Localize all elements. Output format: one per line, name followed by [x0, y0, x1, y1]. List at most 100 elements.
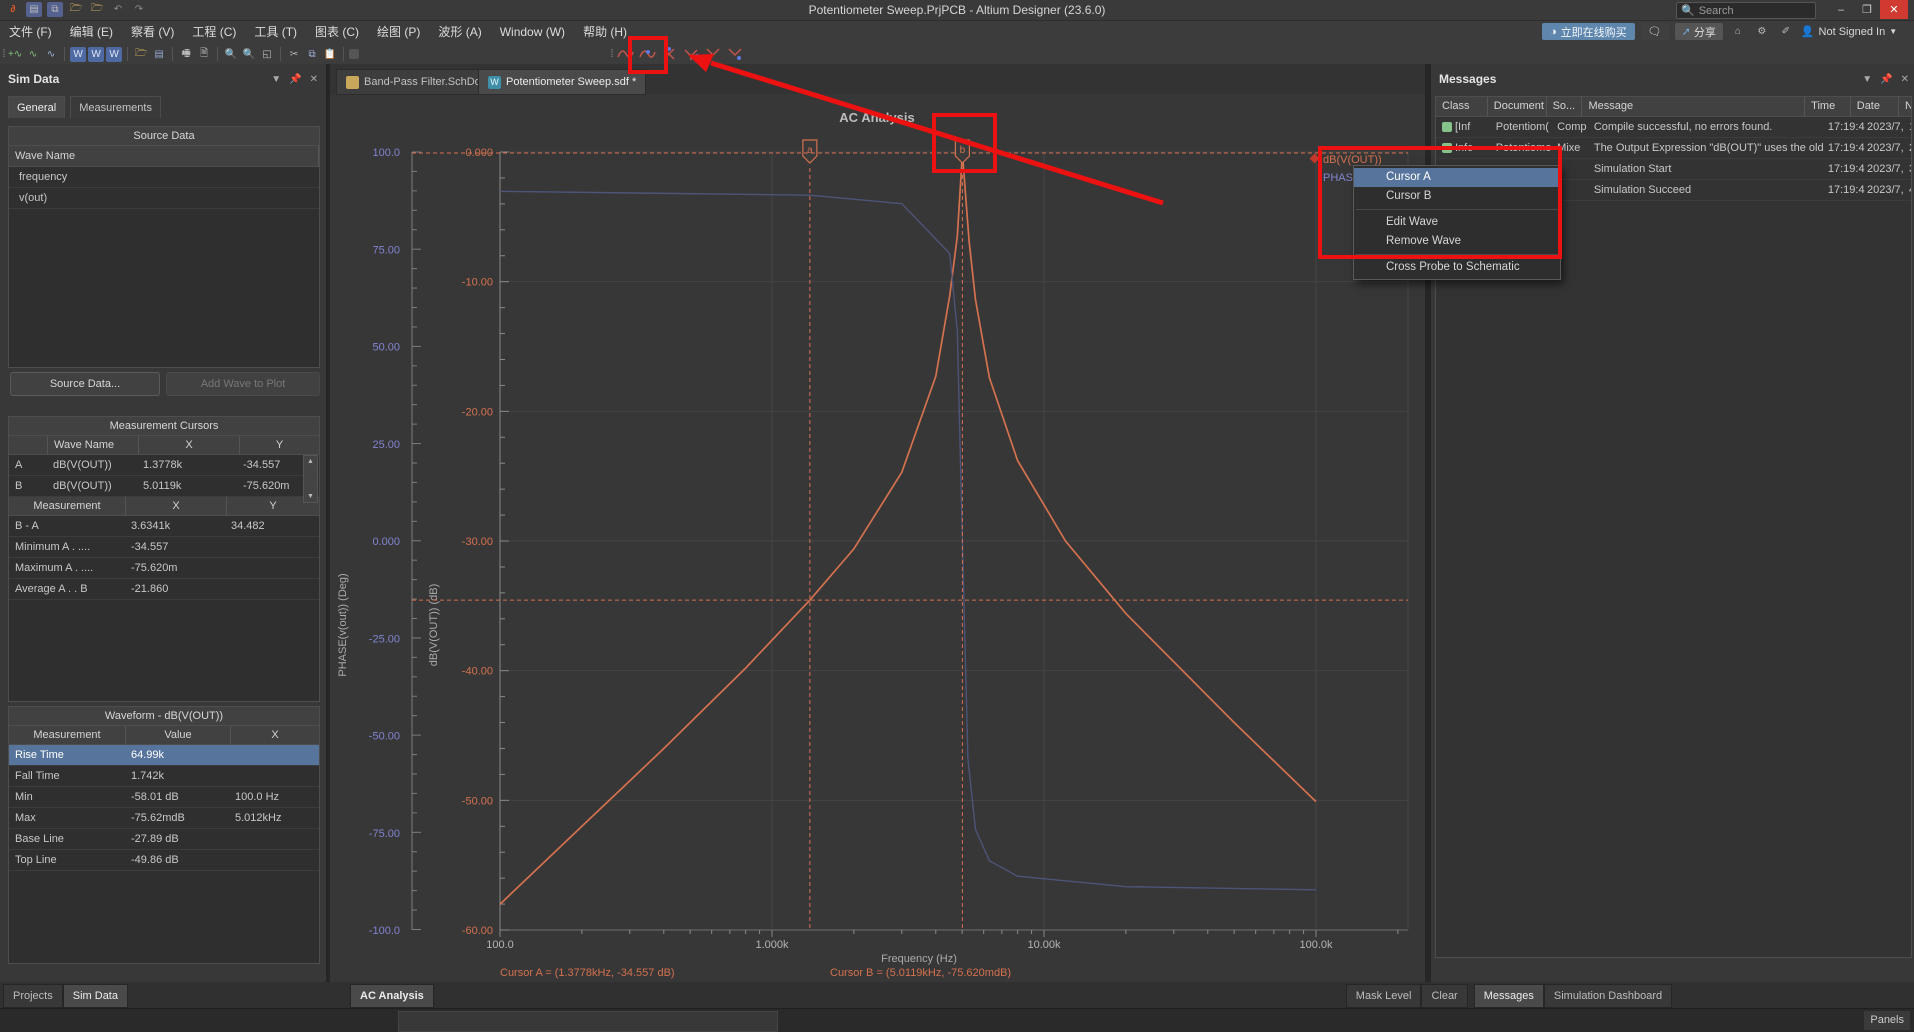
table-row[interactable]: Base Line -27.89 dB	[9, 829, 319, 850]
menu-chart[interactable]: 图表 (C)	[306, 21, 368, 44]
zoom-fit-icon[interactable]: ◱	[259, 47, 275, 62]
table-row-cursor-a[interactable]: A dB(V(OUT)) 1.3778k -34.557	[9, 455, 319, 476]
maximize-button[interactable]: ❐	[1854, 0, 1880, 19]
tab-sim-data[interactable]: Sim Data	[63, 984, 128, 1008]
menu-item-cross-probe[interactable]: Cross Probe to Schematic	[1354, 258, 1560, 277]
save-doc-icon[interactable]: ▤	[151, 47, 167, 62]
search-box[interactable]: 🔍 Search	[1676, 2, 1816, 19]
tab-general[interactable]: General	[8, 96, 65, 118]
home-icon[interactable]: ⌂	[1730, 24, 1746, 39]
message-row[interactable]: [Inf Potentiom( Comp Compile successful,…	[1436, 117, 1911, 138]
table-row[interactable]: Fall Time 1.742k	[9, 766, 319, 787]
print-preview-icon[interactable]: 🗎	[196, 47, 212, 62]
panel-dropdown-icon[interactable]: ▼	[1862, 74, 1872, 85]
ac-analysis-chart[interactable]: AC Analysis100.075.0050.0025.000.000-25.…	[330, 95, 1425, 982]
menu-edit[interactable]: 编辑 (E)	[61, 21, 122, 44]
toolbar-grip: ⁞⁞	[2, 48, 4, 60]
list-item[interactable]: v(out)	[9, 188, 319, 209]
open-project-icon[interactable]: 🗁	[89, 2, 105, 17]
scroll-up-icon[interactable]: ▲	[307, 458, 314, 465]
phase-tick-label: -50.00	[369, 731, 400, 743]
table-row[interactable]: Maximum A . .... -75.620m	[9, 558, 319, 579]
menu-help[interactable]: 帮助 (H)	[574, 21, 636, 44]
wave-green-icon[interactable]: ∿	[25, 47, 41, 62]
panels-button[interactable]: Panels	[1864, 1011, 1910, 1030]
table-row[interactable]: B - A 3.6341k 34.482	[9, 516, 319, 537]
panel-close-icon[interactable]: ✕	[1901, 74, 1909, 85]
pin-icon[interactable]: 📌	[289, 74, 301, 85]
copy-icon[interactable]: ⧉	[304, 47, 320, 62]
share-button[interactable]: ➚分享	[1675, 23, 1723, 40]
cursor-b-remove-icon[interactable]	[727, 46, 744, 62]
measure-table-header: Measurement X Y	[9, 497, 319, 516]
add-wave-icon[interactable]: +∿	[7, 47, 23, 62]
menu-view[interactable]: 察看 (V)	[122, 21, 183, 44]
tab-simulation-dashboard[interactable]: Simulation Dashboard	[1544, 984, 1672, 1008]
scroll-down-icon[interactable]: ▼	[307, 493, 314, 500]
save-all-icon[interactable]: ⧉	[47, 2, 63, 17]
tab-ac-analysis[interactable]: AC Analysis	[350, 984, 434, 1008]
list-item[interactable]: frequency	[9, 167, 319, 188]
tab-measurements[interactable]: Measurements	[70, 96, 161, 118]
menu-plot[interactable]: 绘图 (P)	[368, 21, 429, 44]
zoom-out-icon[interactable]: 🔍	[241, 47, 257, 62]
db-tick-label: -40.00	[462, 666, 493, 678]
doc-w2-icon[interactable]: W	[88, 47, 104, 62]
toolbar-separator	[280, 47, 281, 61]
menu-project[interactable]: 工程 (C)	[183, 21, 245, 44]
phase-tick-label: 75.00	[372, 244, 400, 256]
doc-w1-icon[interactable]: W	[70, 47, 86, 62]
table-row[interactable]: Minimum A . .... -34.557	[9, 537, 319, 558]
buy-online-button[interactable]: ◑立即在线购买	[1542, 23, 1635, 40]
close-button[interactable]: ✕	[1880, 0, 1908, 19]
grid-icon[interactable]	[349, 49, 359, 59]
paste-icon[interactable]: 📋	[322, 47, 338, 62]
cursor-a-remove-icon[interactable]	[705, 46, 722, 62]
table-row[interactable]: Top Line -49.86 dB	[9, 850, 319, 871]
menu-tools[interactable]: 工具 (T)	[245, 21, 306, 44]
wave-blue-icon[interactable]: ∿	[43, 47, 59, 62]
tab-projects[interactable]: Projects	[3, 984, 63, 1008]
doc-w3-icon[interactable]: W	[106, 47, 122, 62]
altium-logo-icon: ∂	[5, 2, 21, 17]
table-row[interactable]: Min -58.01 dB 100.0 Hz	[9, 787, 319, 808]
menu-file[interactable]: 文件 (F)	[0, 21, 61, 44]
menubar-right-actions: ◑立即在线购买 🗨 ➚分享 ⌂ ⚙ ✐ 👤 Not Signed In▼	[1542, 23, 1897, 40]
cursor-pair-icon[interactable]	[683, 46, 700, 62]
status-bar: Panels	[0, 1008, 1914, 1032]
zoom-in-icon[interactable]: 🔍	[223, 47, 239, 62]
scrollbar[interactable]: ▲ ▼	[303, 455, 318, 503]
sign-in-menu[interactable]: 👤 Not Signed In▼	[1801, 25, 1897, 38]
table-row-cursor-b[interactable]: B dB(V(OUT)) 5.0119k -75.620m	[9, 476, 319, 497]
pen-icon[interactable]: ✐	[1778, 24, 1794, 39]
window-title: Potentiometer Sweep.PrjPCB - Altium Desi…	[0, 0, 1914, 20]
print-icon[interactable]: 🖷	[178, 47, 194, 62]
gear-icon[interactable]: ⚙	[1754, 24, 1770, 39]
menu-window[interactable]: Window (W)	[491, 21, 574, 44]
undo-icon[interactable]: ↶	[110, 2, 126, 17]
clear-button[interactable]: Clear	[1421, 984, 1467, 1008]
menu-wave[interactable]: 波形 (A)	[429, 21, 490, 44]
open-icon[interactable]: 🗁	[68, 2, 84, 17]
save-icon[interactable]: ▤	[26, 2, 42, 17]
minimize-button[interactable]: –	[1828, 0, 1854, 19]
toolbar-separator	[172, 47, 173, 61]
feedback-button[interactable]: 🗨	[1641, 23, 1669, 40]
cut-icon[interactable]: ✂	[286, 47, 302, 62]
open-doc-icon[interactable]: 🗁	[133, 47, 149, 62]
panel-dropdown-icon[interactable]: ▼	[271, 74, 281, 85]
table-row[interactable]: Average A . . B -21.860	[9, 579, 319, 600]
table-row[interactable]: Max -75.62mdB 5.012kHz	[9, 808, 319, 829]
tab-messages[interactable]: Messages	[1474, 984, 1544, 1008]
table-row-rise-time[interactable]: Rise Time 64.99k	[9, 745, 319, 766]
col-time: Time	[1805, 97, 1851, 116]
pin-icon[interactable]: 📌	[1880, 74, 1892, 85]
redo-icon[interactable]: ↷	[131, 2, 147, 17]
panel-close-icon[interactable]: ✕	[310, 74, 318, 85]
source-data-button[interactable]: Source Data...	[10, 372, 160, 396]
col-value: Value	[126, 726, 231, 744]
add-wave-to-plot-button[interactable]: Add Wave to Plot	[166, 372, 320, 396]
mask-level-button[interactable]: Mask Level	[1346, 984, 1422, 1008]
tab-potentiometer-sweep-sdf[interactable]: W Potentiometer Sweep.sdf *	[478, 69, 646, 95]
sim-data-panel-header: Sim Data ▼ 📌 ✕	[0, 64, 326, 94]
